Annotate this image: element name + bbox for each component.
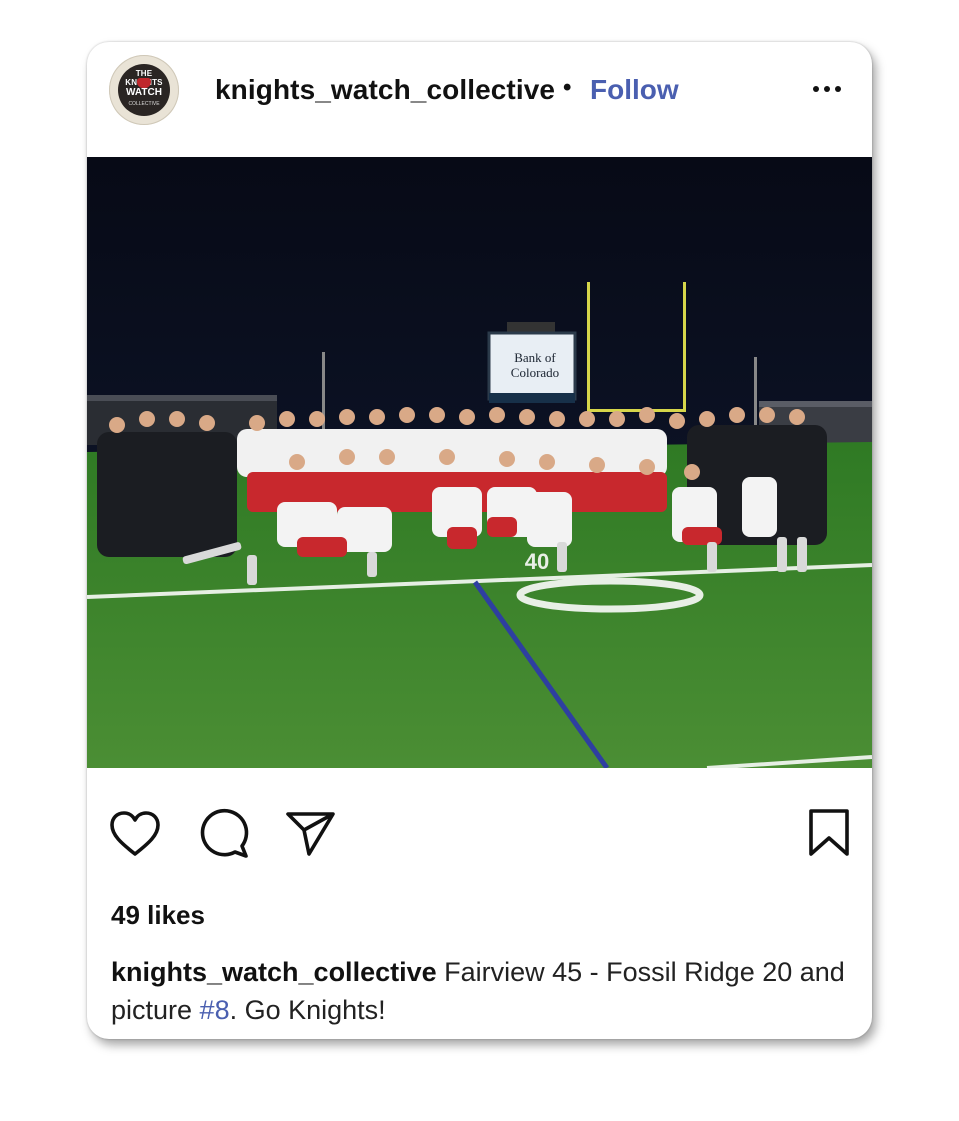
team-photo-illustration: Bank of Colorado 40	[87, 157, 872, 768]
post-photo[interactable]: Bank of Colorado 40	[87, 157, 872, 768]
post-caption: knights_watch_collective Fairview 45 - F…	[111, 953, 851, 1029]
send-icon[interactable]	[285, 810, 337, 858]
header-separator: •	[563, 74, 572, 101]
post-header: THE KNIGHTS WATCH COLLECTIVE knights_wat…	[87, 42, 872, 157]
more-icon[interactable]	[805, 68, 849, 108]
post-username[interactable]: knights_watch_collective	[215, 74, 555, 106]
heart-icon[interactable]	[109, 810, 161, 858]
caption-text-end: . Go Knights!	[229, 995, 386, 1025]
caption-hashtag[interactable]: #8	[200, 995, 230, 1025]
caption-username[interactable]: knights_watch_collective	[111, 957, 437, 987]
avatar-logo-line2: WATCH	[126, 87, 162, 98]
avatar[interactable]: THE KNIGHTS WATCH COLLECTIVE	[109, 55, 179, 125]
post-actions	[87, 768, 872, 888]
scoreboard-line2: Colorado	[511, 365, 559, 380]
avatar-logo-line3: COLLECTIVE	[128, 101, 160, 107]
avatar-logo: THE KNIGHTS WATCH COLLECTIVE	[118, 64, 170, 116]
comment-icon[interactable]	[198, 808, 250, 860]
likes-count[interactable]: 49 likes	[111, 900, 205, 931]
follow-button[interactable]: Follow	[590, 74, 679, 106]
field-number: 40	[525, 549, 549, 574]
post-card: THE KNIGHTS WATCH COLLECTIVE knights_wat…	[87, 42, 872, 1039]
scoreboard-line1: Bank of	[514, 350, 556, 365]
bookmark-icon[interactable]	[807, 808, 851, 858]
